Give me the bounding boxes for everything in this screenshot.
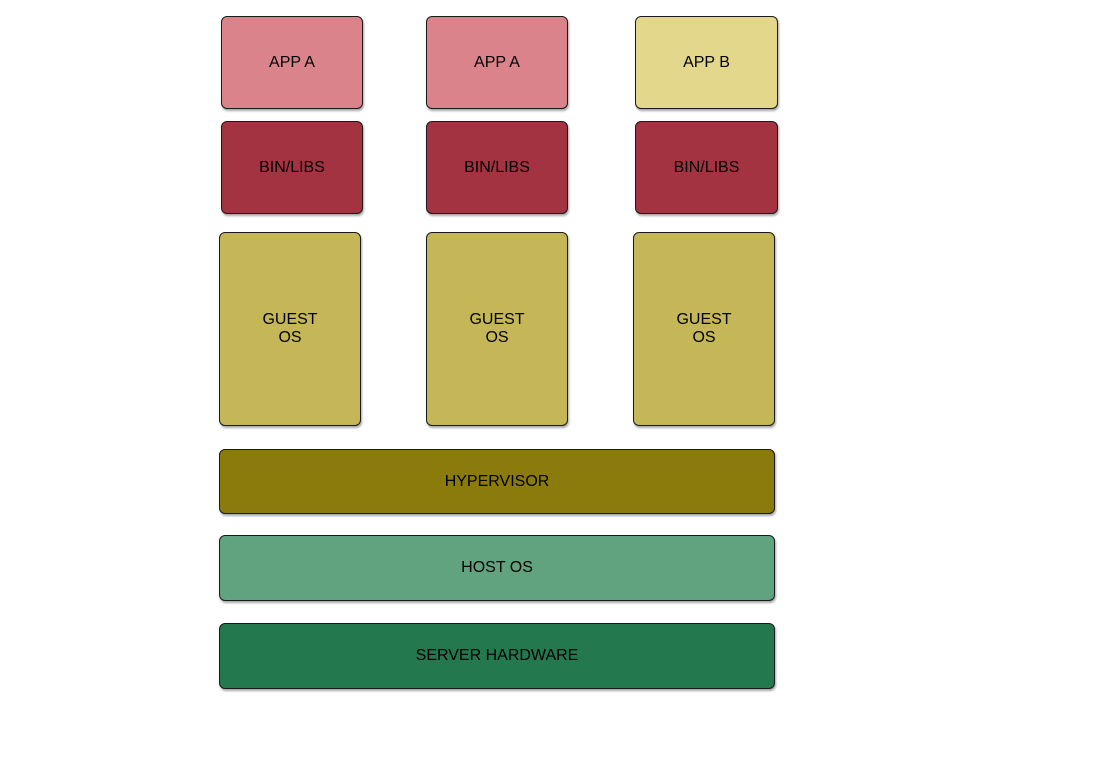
bin-libs-box-3: BIN/LIBS [635, 121, 778, 214]
hypervisor-layer: HYPERVISOR [219, 449, 775, 514]
app-a-box-2: APP A [426, 16, 568, 109]
guest-os-box-1: GUEST OS [219, 232, 361, 426]
guest-os-box-3: GUEST OS [633, 232, 775, 426]
host-os-layer: HOST OS [219, 535, 775, 601]
guest-os-label-2: GUEST OS [469, 311, 525, 346]
app-a-label-1: APP A [269, 53, 315, 71]
app-b-label: APP B [683, 53, 730, 71]
bin-libs-label-1: BIN/LIBS [259, 158, 325, 176]
app-a-box-1: APP A [221, 16, 363, 109]
bin-libs-label-2: BIN/LIBS [464, 158, 530, 176]
guest-os-label-3: GUEST OS [676, 311, 732, 346]
server-hardware-label: SERVER HARDWARE [415, 647, 579, 664]
vm-architecture-diagram: APP A APP A APP B BIN/LIBS BIN/LIBS BIN/… [0, 0, 1118, 783]
hypervisor-label: HYPERVISOR [444, 472, 550, 490]
server-hardware-layer: SERVER HARDWARE [219, 623, 775, 689]
app-a-label-2: APP A [474, 53, 520, 71]
guest-os-box-2: GUEST OS [426, 232, 568, 426]
host-os-label: HOST OS [461, 559, 533, 576]
bin-libs-box-2: BIN/LIBS [426, 121, 568, 214]
bin-libs-label-3: BIN/LIBS [673, 158, 740, 176]
bin-libs-box-1: BIN/LIBS [221, 121, 363, 214]
app-b-box: APP B [635, 16, 778, 109]
guest-os-label-1: GUEST OS [262, 311, 318, 346]
